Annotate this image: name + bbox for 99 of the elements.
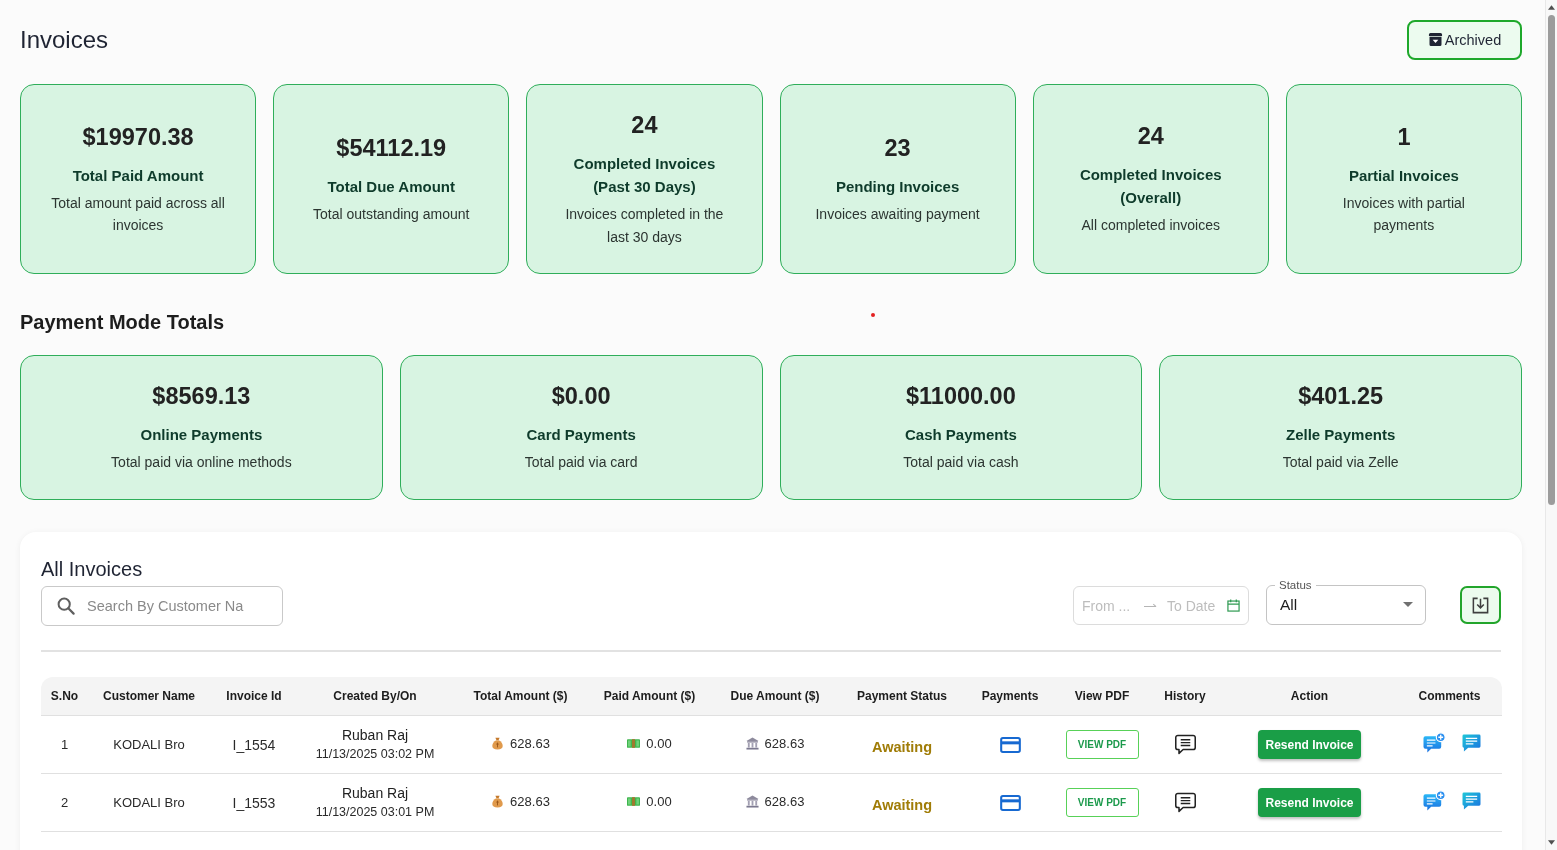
- dot-icon: [871, 313, 875, 317]
- card-value: $8569.13: [152, 382, 251, 412]
- banknote-icon: [627, 795, 641, 808]
- card-title: Pending Invoices: [835, 176, 960, 197]
- speech-bubble-icon[interactable]: [1173, 734, 1197, 755]
- column-header: Payment Status: [840, 677, 964, 716]
- card-value: $0.00: [551, 382, 611, 412]
- column-header: Created By/On: [298, 677, 452, 716]
- column-header: Comments: [1397, 677, 1502, 716]
- card-value: 1: [1397, 122, 1411, 152]
- created-date: 11/13/2025 03:02 PM: [314, 745, 436, 763]
- card-description: Invoices with partial payments: [1341, 193, 1466, 235]
- search-icon: [57, 597, 75, 615]
- table-cell: KODALI Bro: [88, 716, 210, 774]
- view-pdf-button[interactable]: VIEW PDF: [1065, 788, 1139, 817]
- card-title: Total Paid Amount: [72, 165, 204, 186]
- column-header: Customer Name: [88, 677, 210, 716]
- page-title: Invoices: [20, 24, 109, 55]
- credit-card-icon[interactable]: [999, 794, 1021, 811]
- card-title: Zelle Payments: [1286, 425, 1396, 446]
- resend-invoice-button[interactable]: Resend Invoice: [1258, 788, 1361, 817]
- bank-icon: [745, 795, 759, 808]
- scrollbar-thumb[interactable]: [1548, 15, 1555, 505]
- bank-icon: [745, 737, 759, 750]
- table-cell: I_1553: [210, 774, 298, 832]
- column-header: View PDF: [1056, 677, 1148, 716]
- scroll-down-icon[interactable]: [1548, 840, 1555, 845]
- section-heading: All Invoices: [41, 557, 143, 581]
- card-description: Total paid via cash: [903, 453, 1019, 473]
- card-description: Total amount paid across all invoices: [50, 193, 226, 235]
- table-cell: 1: [41, 716, 88, 774]
- card-title: Card Payments: [526, 425, 636, 446]
- amount-value: 628.63: [510, 794, 550, 809]
- resend-invoice-button[interactable]: Resend Invoice: [1258, 730, 1361, 759]
- comment-icon[interactable]: [1461, 734, 1481, 752]
- amount-value: 628.63: [764, 736, 805, 751]
- card-description: Total outstanding amount: [313, 204, 470, 224]
- card-title: Online Payments: [140, 425, 263, 446]
- view-pdf-button[interactable]: VIEW PDF: [1065, 730, 1139, 759]
- card-value: $401.25: [1298, 382, 1384, 412]
- archived-button[interactable]: Archived: [1407, 19, 1522, 60]
- card-description: Total paid via Zelle: [1282, 453, 1399, 473]
- payment-status: Awaiting: [840, 774, 964, 832]
- column-header: History: [1148, 677, 1222, 716]
- arrow-icon: [1144, 602, 1157, 609]
- search-field[interactable]: Search By Customer Na: [41, 586, 283, 626]
- column-header: Due Amount ($): [710, 677, 840, 716]
- add-comment-icon[interactable]: [1422, 790, 1446, 812]
- card-description: Total paid via online methods: [111, 453, 292, 473]
- card-title: Total Due Amount: [327, 176, 455, 197]
- money-bag-icon: [491, 737, 505, 750]
- archive-box-icon: [1427, 32, 1443, 47]
- table-cell: 2: [41, 774, 88, 832]
- card-value: 23: [884, 133, 911, 163]
- from-date-input[interactable]: From ...: [1082, 597, 1134, 614]
- add-comment-icon[interactable]: [1422, 732, 1446, 754]
- calendar-icon[interactable]: [1227, 599, 1240, 612]
- column-header: Total Amount ($): [452, 677, 589, 716]
- creator-name: Ruban Raj: [340, 783, 410, 803]
- card-description: Invoices completed in the last 30 days: [564, 205, 725, 247]
- payment-status: Awaiting: [840, 716, 964, 774]
- amount-value: 0.00: [646, 794, 672, 809]
- card-title: Completed Invoices (Overall): [1078, 165, 1223, 209]
- card-description: Total paid via card: [524, 453, 638, 473]
- comment-icon[interactable]: [1461, 792, 1481, 810]
- created-date: 11/13/2025 03:01 PM: [314, 803, 436, 821]
- credit-card-icon[interactable]: [999, 736, 1021, 753]
- money-bag-icon: [491, 795, 505, 808]
- column-header: S.No: [41, 677, 88, 716]
- amount-value: 628.63: [510, 736, 550, 751]
- card-value: 24: [631, 111, 658, 140]
- card-value: $11000.00: [905, 382, 1016, 412]
- card-title: Partial Invoices: [1348, 165, 1459, 186]
- speech-bubble-icon[interactable]: [1173, 792, 1197, 813]
- amount-value: 0.00: [646, 736, 672, 751]
- creator-name: Ruban Raj: [340, 725, 410, 745]
- banknote-icon: [627, 737, 641, 750]
- scrollbar[interactable]: [1545, 0, 1557, 850]
- to-date-input[interactable]: To Date: [1167, 597, 1221, 614]
- caret-icon: [1403, 602, 1413, 607]
- amount-value: 628.63: [764, 794, 805, 809]
- card-value: 24: [1137, 122, 1164, 152]
- column-header: Payments: [964, 677, 1056, 716]
- card-value: $19970.38: [82, 122, 194, 152]
- download-button[interactable]: [1460, 586, 1501, 624]
- section-heading: Payment Mode Totals: [20, 310, 225, 334]
- card-value: $54112.19: [336, 133, 447, 163]
- column-header: Paid Amount ($): [589, 677, 710, 716]
- download-icon: [1471, 595, 1490, 615]
- column-header: Action: [1222, 677, 1397, 716]
- card-title: Cash Payments: [905, 425, 1017, 446]
- card-title: Completed Invoices (Past 30 Days): [572, 154, 717, 197]
- table-cell: I_1554: [210, 716, 298, 774]
- card-description: All completed invoices: [1081, 216, 1220, 236]
- scroll-up-icon[interactable]: [1548, 5, 1555, 10]
- table-cell: KODALI Bro: [88, 774, 210, 832]
- status-select[interactable]: Status All: [1266, 579, 1426, 625]
- column-header: Invoice Id: [210, 677, 298, 716]
- card-description: Invoices awaiting payment: [815, 204, 980, 224]
